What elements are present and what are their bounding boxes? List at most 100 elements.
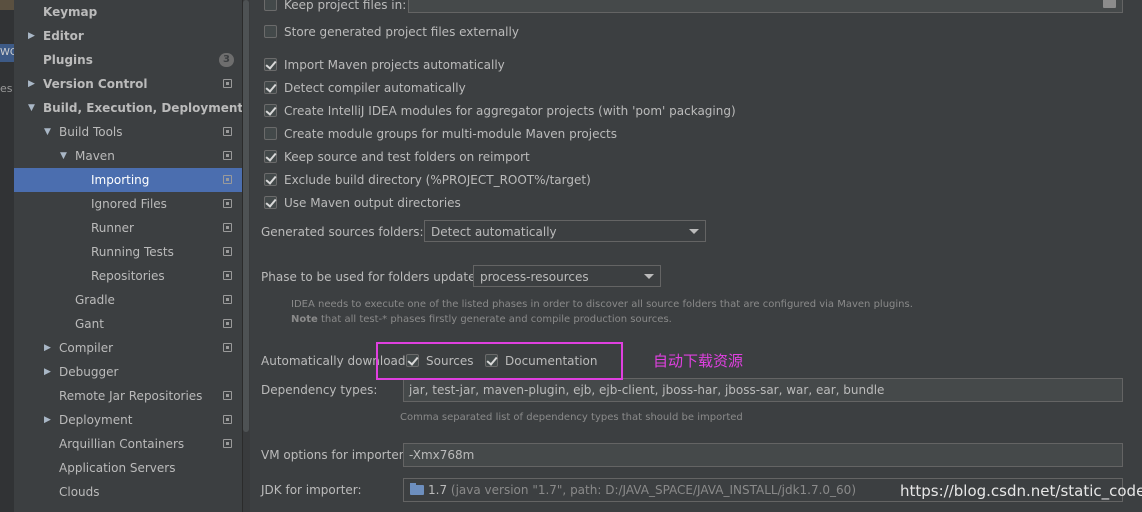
phase-hint-note: Note: [291, 314, 318, 325]
project-scope-icon: [223, 247, 232, 256]
sidebar-item-build-execution-deployment[interactable]: ▼ Build, Execution, Deployment: [14, 96, 243, 120]
dependency-types-label: Dependency types:: [261, 383, 378, 397]
sidebar-item-application-servers[interactable]: Application Servers: [14, 456, 242, 480]
sidebar-item-plugins[interactable]: Plugins 3: [14, 48, 242, 72]
phase-value: process-resources: [480, 270, 589, 284]
option-checkbox[interactable]: [264, 150, 277, 163]
sidebar-item-label: Gant: [75, 317, 104, 331]
expand-right-icon[interactable]: ▶: [44, 360, 51, 384]
sidebar-item-label: Remote Jar Repositories: [59, 389, 203, 403]
sidebar-item-version-control[interactable]: ▶ Version Control: [14, 72, 242, 96]
option-checkbox-label: Exclude build directory (%PROJECT_ROOT%/…: [284, 173, 591, 187]
expand-down-icon[interactable]: ▼: [44, 120, 51, 144]
sidebar-item-label: Debugger: [59, 365, 119, 379]
expand-down-icon[interactable]: ▼: [28, 96, 35, 120]
generated-sources-dropdown[interactable]: Detect automatically: [424, 220, 706, 242]
project-scope-icon: [223, 199, 232, 208]
sidebar-item-label: Maven: [75, 149, 115, 163]
sidebar-item-label: Importing: [91, 173, 150, 187]
sidebar-item-maven[interactable]: ▼ Maven: [14, 144, 242, 168]
sidebar-item-clouds[interactable]: Clouds: [14, 480, 242, 504]
phase-hint-line2: Note that all test-* phases firstly gene…: [291, 314, 672, 325]
sidebar-item-label: Compiler: [59, 341, 114, 355]
dependency-types-value: jar, test-jar, maven-plugin, ejb, ejb-cl…: [409, 383, 885, 397]
annotation-highlight-box: [376, 342, 623, 380]
sidebar-item-arquillian-containers[interactable]: Arquillian Containers: [14, 432, 242, 456]
project-scope-icon: [223, 175, 232, 184]
option-checkbox[interactable]: [264, 58, 277, 71]
sidebar-item-deployment[interactable]: ▶ Deployment: [14, 408, 242, 432]
option-checkbox[interactable]: [264, 81, 277, 94]
sidebar-item-debugger[interactable]: ▶ Debugger: [14, 360, 242, 384]
dependency-types-field[interactable]: jar, test-jar, maven-plugin, ejb, ejb-cl…: [403, 378, 1123, 402]
settings-sidebar: Keymap ▶ Editor Plugins 3 ▶ Version Control ▼ Bu…: [14, 0, 243, 512]
sidebar-item-build-tools[interactable]: ▼ Build Tools: [14, 120, 242, 144]
sidebar-item-ignored-files[interactable]: Ignored Files: [14, 192, 242, 216]
vm-options-value: -Xmx768m: [409, 448, 475, 462]
dependency-types-hint: Comma separated list of dependency types…: [400, 412, 743, 423]
edge-tab: [0, 0, 14, 10]
generated-sources-label: Generated sources folders:: [261, 225, 424, 239]
browse-folder-icon[interactable]: [1103, 0, 1116, 8]
option-checkbox[interactable]: [264, 173, 277, 186]
sidebar-item-label: Runner: [91, 221, 134, 235]
sidebar-item-label: Build Tools: [59, 125, 123, 139]
expand-right-icon[interactable]: ▶: [28, 24, 35, 48]
store-externally-label: Store generated project files externally: [284, 25, 519, 39]
maven-importing-panel: Keep project files in: Store generated p…: [250, 0, 1142, 512]
vm-options-label: VM options for importer:: [261, 448, 408, 462]
sidebar-item-keymap[interactable]: Keymap: [14, 0, 242, 24]
project-files-path-field[interactable]: [408, 0, 1123, 13]
option-checkbox[interactable]: [264, 196, 277, 209]
phase-hint-line1: IDEA needs to execute one of the listed …: [291, 299, 913, 310]
sidebar-item-repositories[interactable]: Repositories: [14, 264, 242, 288]
expand-down-icon[interactable]: ▼: [60, 144, 67, 168]
sidebar-item-importing[interactable]: Importing: [14, 168, 242, 192]
option-checkbox-label: Keep source and test folders on reimport: [284, 150, 530, 164]
sidebar-item-editor[interactable]: ▶ Editor: [14, 24, 242, 48]
phase-dropdown[interactable]: process-resources: [473, 265, 661, 287]
sidebar-item-label: Keymap: [43, 5, 98, 19]
option-checkbox-label: Use Maven output directories: [284, 196, 461, 210]
vm-options-field[interactable]: -Xmx768m: [403, 443, 1123, 467]
keep-project-files-checkbox[interactable]: [264, 0, 277, 11]
option-checkbox-label: Create module groups for multi-module Ma…: [284, 127, 617, 141]
option-checkbox[interactable]: [264, 104, 277, 117]
sidebar-item-label: Application Servers: [59, 461, 176, 475]
sidebar-item-gant[interactable]: Gant: [14, 312, 242, 336]
sidebar-item-runner[interactable]: Runner: [14, 216, 242, 240]
sidebar-item-label: Repositories: [91, 269, 165, 283]
project-scope-icon: [223, 439, 232, 448]
sidebar-item-label: Ignored Files: [91, 197, 167, 211]
expand-right-icon[interactable]: ▶: [44, 408, 51, 432]
option-checkbox[interactable]: [264, 127, 277, 140]
sidebar-item-running-tests[interactable]: Running Tests: [14, 240, 242, 264]
jdk-detail: (java version "1.7", path: D:/JAVA_SPACE…: [447, 483, 856, 497]
sidebar-item-gradle[interactable]: Gradle: [14, 288, 242, 312]
sidebar-item-label: Deployment: [59, 413, 133, 427]
sidebar-item-label: Version Control: [43, 77, 148, 91]
jdk-label: JDK for importer:: [261, 483, 362, 497]
keep-project-files-label: Keep project files in:: [284, 0, 407, 12]
generated-sources-value: Detect automatically: [431, 225, 557, 239]
sidebar-item-compiler[interactable]: ▶ Compiler: [14, 336, 242, 360]
option-checkbox-label: Create IntelliJ IDEA modules for aggrega…: [284, 104, 736, 118]
chevron-down-icon: [689, 229, 699, 234]
sidebar-item-remote-jar-repositories[interactable]: Remote Jar Repositories: [14, 384, 242, 408]
expand-right-icon[interactable]: ▶: [28, 72, 35, 96]
sidebar-item-label: Running Tests: [91, 245, 174, 259]
sidebar-scrollbar-thumb[interactable]: [243, 0, 249, 432]
jdk-version: 1.7: [428, 483, 448, 497]
project-scope-icon: [223, 79, 232, 88]
phase-label: Phase to be used for folders update:: [261, 270, 480, 284]
project-scope-icon: [223, 295, 232, 304]
sidebar-item-label: Plugins: [43, 53, 93, 67]
expand-right-icon[interactable]: ▶: [44, 336, 51, 360]
edge-fragment-2: es: [0, 82, 13, 95]
option-checkbox-label: Detect compiler automatically: [284, 81, 466, 95]
project-scope-icon: [223, 415, 232, 424]
project-scope-icon: [223, 223, 232, 232]
edge-fragment-1: WO: [0, 44, 14, 62]
sidebar-item-label: Arquillian Containers: [59, 437, 185, 451]
store-externally-checkbox[interactable]: [264, 25, 277, 38]
